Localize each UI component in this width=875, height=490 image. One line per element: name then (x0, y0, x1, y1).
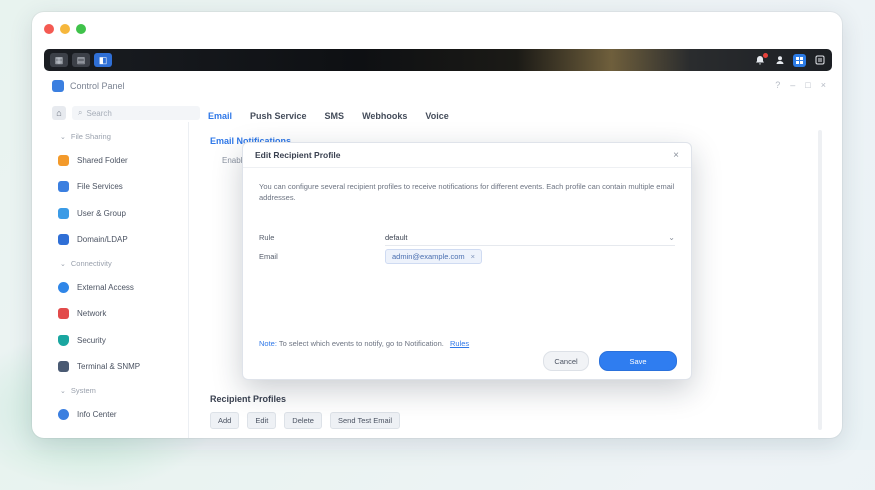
tab-email[interactable]: Email (208, 111, 232, 121)
add-button[interactable]: Add (210, 412, 240, 429)
recipient-toolbar: Add Edit Delete Send Test Email (210, 412, 401, 429)
note-label: Note: (259, 339, 277, 348)
search-icon: ⌕ (78, 108, 83, 117)
rule-select[interactable]: default ⌄ (385, 229, 675, 246)
taskbar-desktop-button[interactable]: ▤ (72, 53, 90, 67)
save-button[interactable]: Save (599, 351, 677, 371)
sidebar-item-security[interactable]: Security (52, 327, 200, 354)
taskbar: ▦ ▤ ◧ (44, 49, 832, 71)
tab-voice[interactable]: Voice (425, 111, 448, 121)
folder-icon (58, 154, 69, 166)
control-panel-logo-icon (52, 80, 64, 92)
home-icon[interactable]: ⌂ (52, 106, 66, 120)
email-value: admin@example.com (392, 252, 465, 261)
info-icon (58, 408, 69, 420)
section-title-recipient: Recipient Profiles (210, 394, 287, 404)
sidebar-item-domain-ldap[interactable]: Domain/LDAP (52, 227, 200, 254)
edit-button[interactable]: Edit (247, 412, 277, 429)
app-window-controls: ? – □ × (775, 80, 826, 90)
rule-label: Rule (259, 233, 275, 242)
scrollbar[interactable] (818, 130, 822, 430)
rule-value: default (385, 232, 408, 242)
sidebar-group-system[interactable]: ⌄ System (52, 380, 200, 401)
close-window-button[interactable] (44, 24, 54, 34)
window-controls (44, 24, 86, 34)
terminal-icon (58, 361, 69, 373)
options-icon[interactable] (813, 54, 826, 67)
close-icon[interactable]: × (821, 80, 826, 90)
file-services-icon (58, 181, 69, 193)
rules-link[interactable]: Rules (450, 339, 469, 348)
rule-row: Rule default ⌄ (259, 229, 675, 246)
app-title: Control Panel (70, 81, 125, 91)
shield-icon (58, 334, 69, 346)
send-test-email-button[interactable]: Send Test Email (329, 412, 401, 429)
sidebar-item-shared-folder[interactable]: Shared Folder (52, 147, 200, 174)
tab-push-service[interactable]: Push Service (250, 111, 307, 121)
edit-profile-dialog: Edit Recipient Profile × You can configu… (242, 142, 692, 380)
maximize-window-button[interactable] (76, 24, 86, 34)
email-label: Email (259, 252, 278, 261)
user-icon[interactable] (773, 54, 786, 67)
delete-button[interactable]: Delete (284, 412, 322, 429)
sidebar-item-user-group[interactable]: User & Group (52, 200, 200, 227)
chevron-down-icon: ⌄ (60, 133, 66, 141)
email-row: Email admin@example.com × (259, 249, 675, 264)
chevron-down-icon: ⌄ (60, 260, 66, 268)
bell-icon[interactable] (753, 52, 768, 67)
sidebar-item-file-services[interactable]: File Services (52, 174, 200, 201)
dialog-note: Note: To select which events to notify, … (259, 339, 469, 348)
app-titlebar: Control Panel (52, 76, 125, 96)
close-icon[interactable]: × (673, 150, 679, 161)
note-text: To select which events to notify, go to … (278, 339, 444, 348)
dialog-title: Edit Recipient Profile (255, 150, 341, 160)
chevron-down-icon: ⌄ (60, 387, 66, 395)
globe-icon (58, 281, 69, 293)
chevron-down-icon: ⌄ (668, 232, 675, 242)
sidebar-item-info-center[interactable]: Info Center (52, 401, 200, 428)
widgets-icon[interactable] (793, 53, 806, 67)
dialog-description: You can configure several recipient prof… (259, 182, 675, 202)
users-icon (58, 207, 69, 219)
domain-icon (58, 234, 69, 246)
remove-email-icon[interactable]: × (471, 252, 475, 261)
help-icon[interactable]: ? (775, 80, 780, 90)
cancel-button[interactable]: Cancel (543, 351, 589, 371)
sidebar-divider (188, 122, 189, 438)
taskbar-apps-button[interactable]: ▦ (50, 53, 68, 67)
taskbar-control-panel-button[interactable]: ◧ (94, 53, 112, 67)
maximize-icon[interactable]: □ (805, 80, 810, 90)
tab-webhooks[interactable]: Webhooks (362, 111, 407, 121)
minimize-window-button[interactable] (60, 24, 70, 34)
minimize-icon[interactable]: – (790, 80, 795, 90)
sidebar-group-file-sharing[interactable]: ⌄ File Sharing (52, 126, 200, 147)
app-window: ▦ ▤ ◧ Control Panel ? – □ × ⌂ ⌕ Search ⌄… (32, 12, 842, 438)
network-icon (58, 308, 69, 320)
sidebar-item-network[interactable]: Network (52, 301, 200, 328)
sidebar-group-connectivity[interactable]: ⌄ Connectivity (52, 253, 200, 274)
tab-bar: Email Push Service SMS Webhooks Voice (208, 106, 824, 126)
sidebar-item-external-access[interactable]: External Access (52, 274, 200, 301)
email-tag[interactable]: admin@example.com × (385, 249, 483, 264)
sidebar-item-terminal-snmp[interactable]: Terminal & SNMP (52, 354, 200, 381)
sidebar-search-input[interactable]: ⌕ Search (72, 106, 200, 120)
sidebar: ⌂ ⌕ Search ⌄ File Sharing Shared Folder … (52, 106, 200, 438)
tab-sms[interactable]: SMS (325, 111, 345, 121)
